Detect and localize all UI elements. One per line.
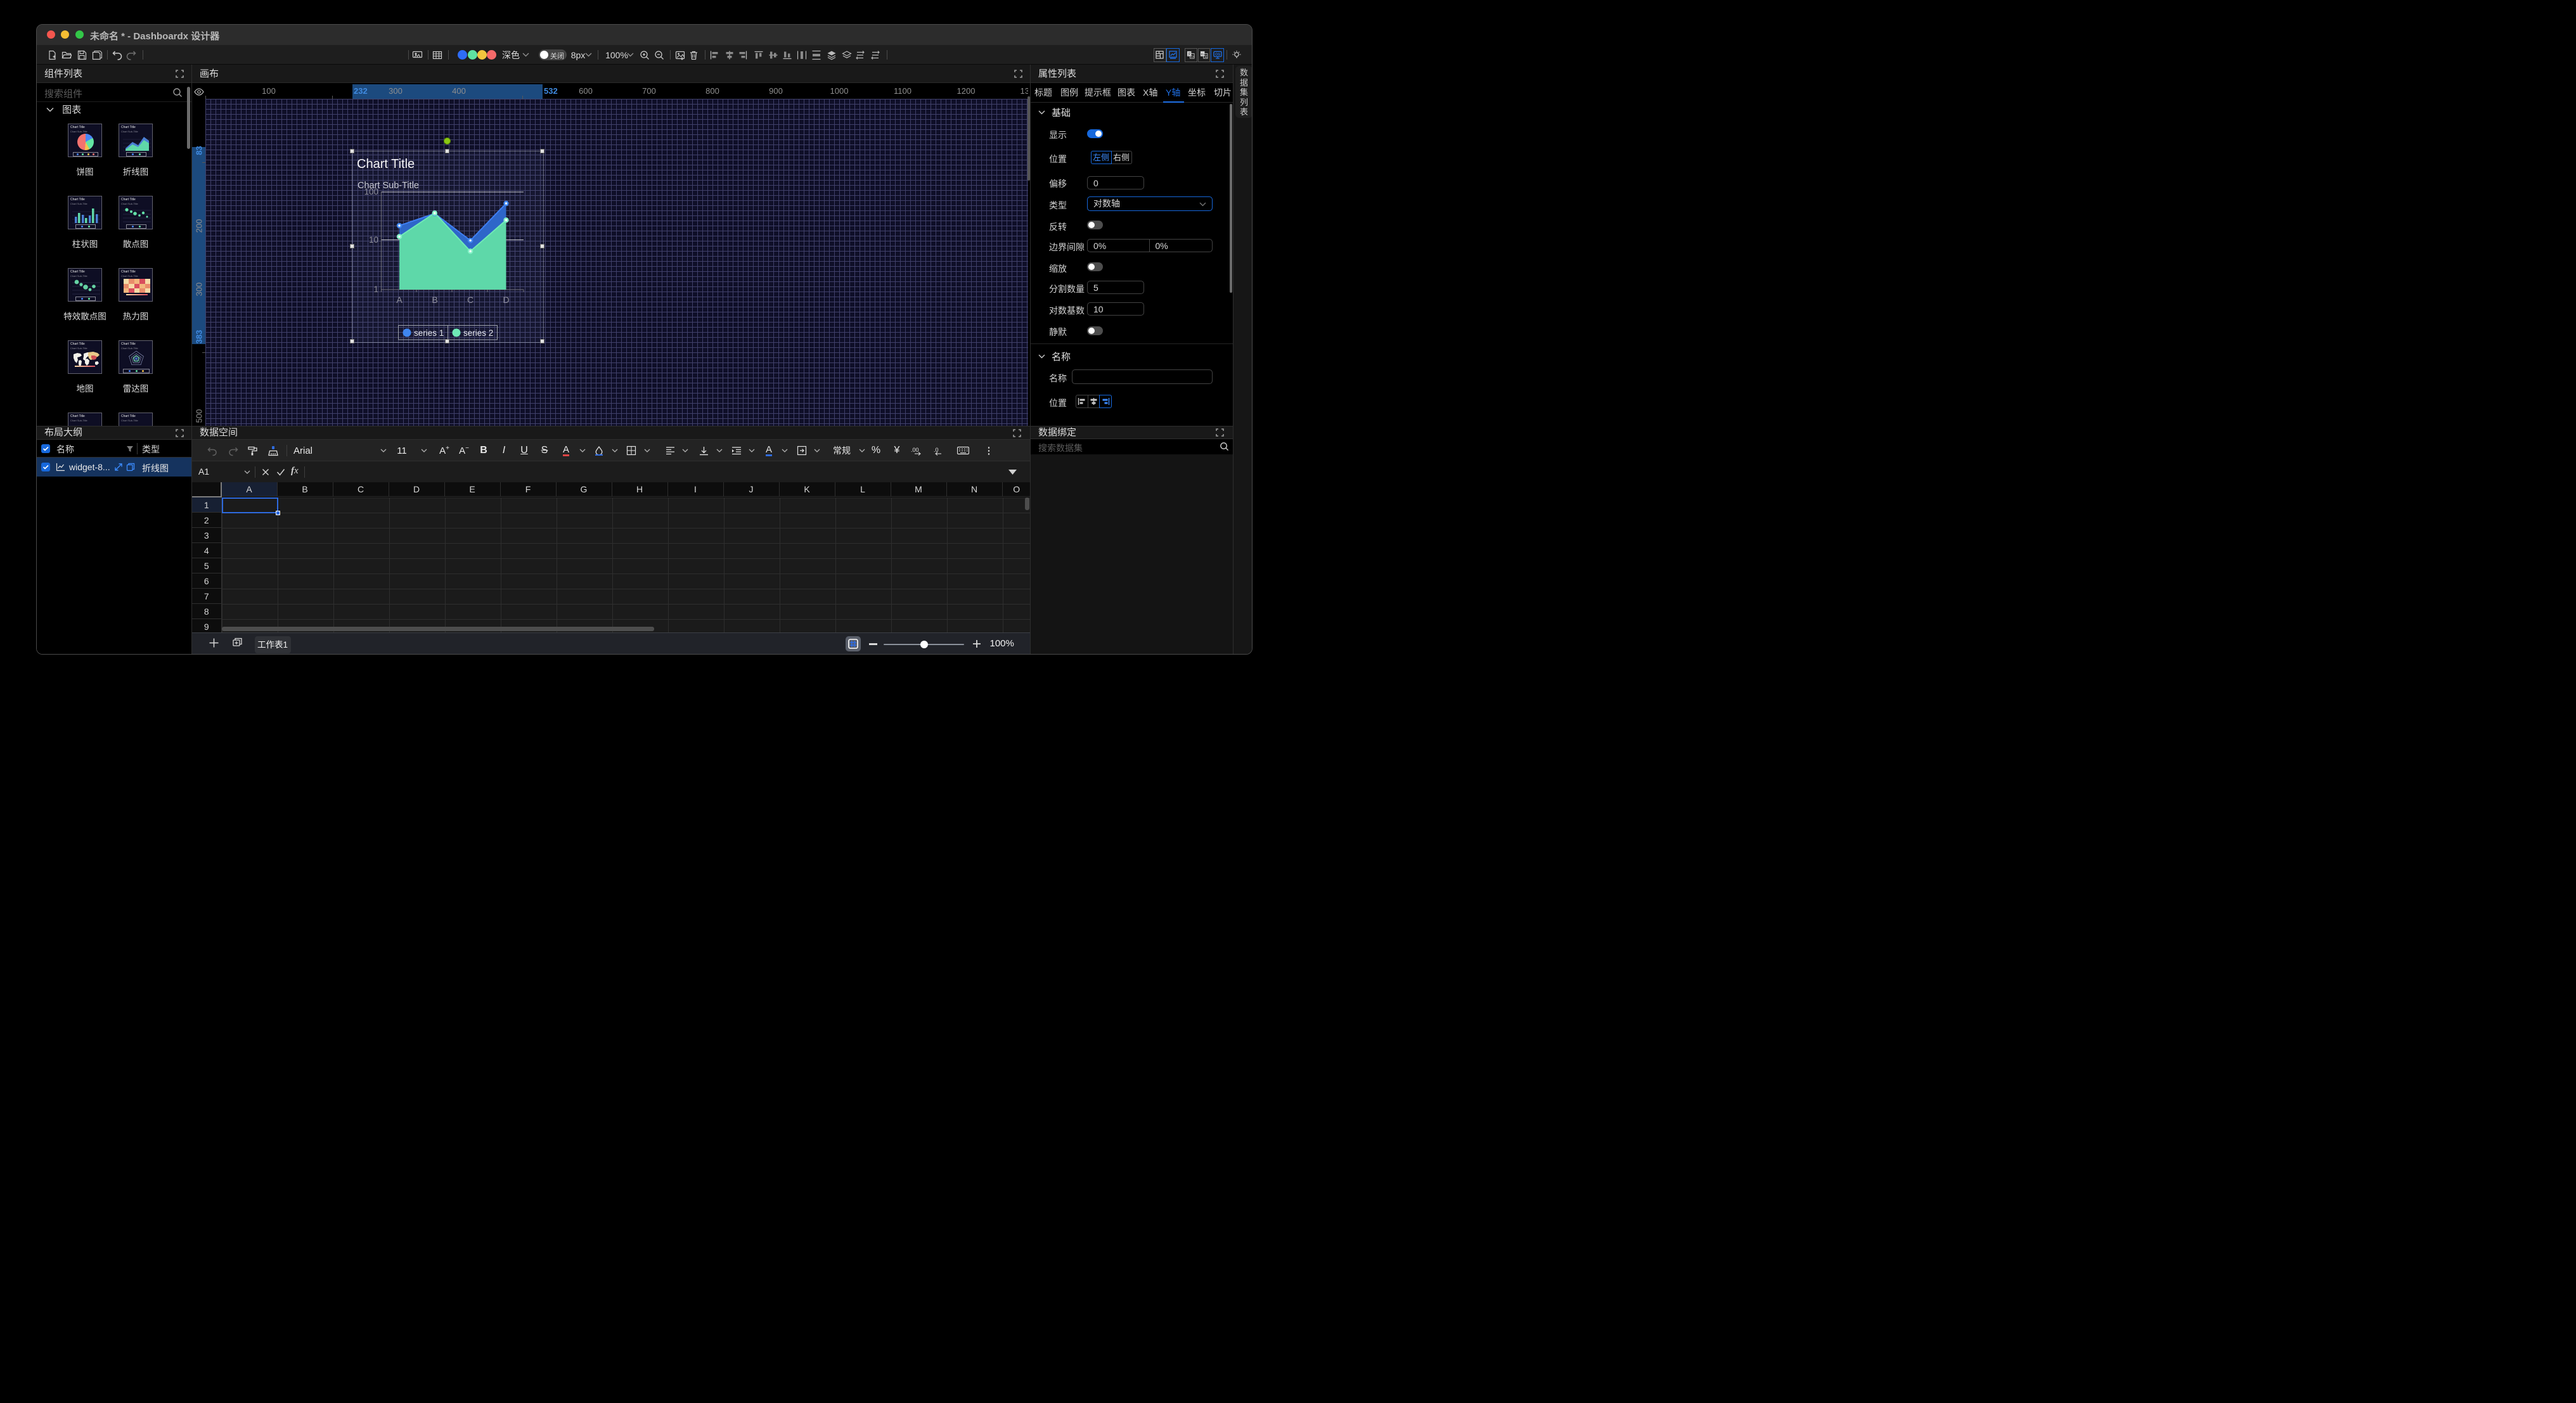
svg-text:C: C bbox=[467, 295, 473, 305]
svg-text:B: B bbox=[432, 295, 437, 305]
svg-text:series 2: series 2 bbox=[463, 328, 493, 338]
svg-text:1: 1 bbox=[373, 285, 378, 294]
svg-text:En: En bbox=[1191, 55, 1195, 58]
svg-text:A: A bbox=[396, 295, 402, 305]
svg-text:OS: OS bbox=[1215, 53, 1220, 57]
svg-text:10: 10 bbox=[369, 235, 378, 245]
svg-text:series 1: series 1 bbox=[414, 328, 444, 338]
svg-text:.0: .0 bbox=[934, 447, 939, 453]
svg-text:文: 文 bbox=[1204, 54, 1208, 59]
svg-text:Chart Title: Chart Title bbox=[357, 157, 415, 171]
svg-text:.00: .00 bbox=[911, 447, 919, 453]
svg-text:D: D bbox=[503, 295, 509, 305]
svg-text:100: 100 bbox=[364, 187, 378, 196]
